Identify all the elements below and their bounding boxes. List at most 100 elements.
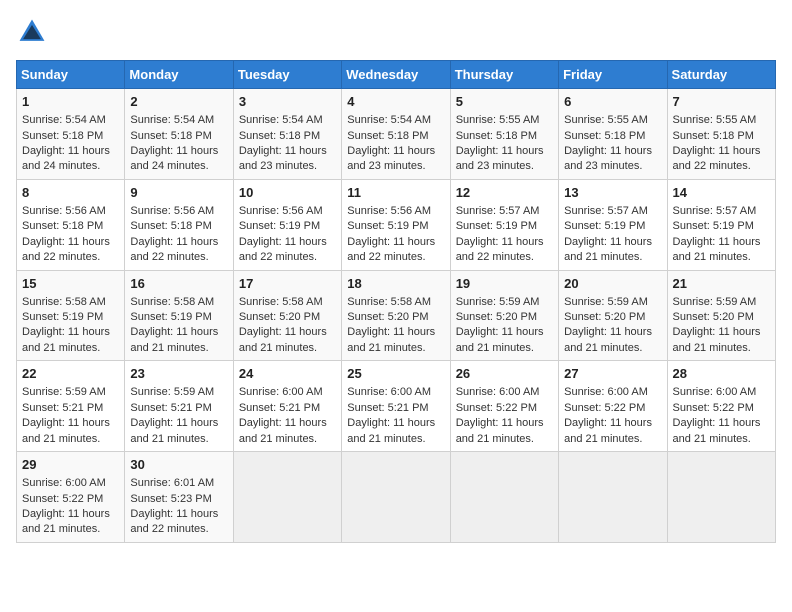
day-number: 13 xyxy=(564,184,661,202)
sunset-text: Sunset: 5:20 PM xyxy=(456,311,537,323)
daylight-label: Daylight: 11 hours and 24 minutes. xyxy=(22,145,110,172)
calendar-cell xyxy=(559,452,667,543)
calendar-cell: 24 Sunrise: 6:00 AM Sunset: 5:21 PM Dayligh… xyxy=(233,361,341,452)
sunrise-text: Sunrise: 6:00 AM xyxy=(456,386,540,398)
calendar-cell: 6Sunrise: 5:55 AMSunset: 5:18 PMDaylight… xyxy=(559,89,667,180)
day-number: 1 xyxy=(22,93,119,111)
calendar-cell: 16Sunrise: 5:58 AMSunset: 5:19 PMDayligh… xyxy=(125,270,233,361)
daylight-label: Daylight: 11 hours and 23 minutes. xyxy=(239,145,327,172)
sunset-text: Sunset: 5:19 PM xyxy=(456,220,537,232)
sunrise-text: Sunrise: 5:56 AM xyxy=(239,205,323,217)
day-number: 12 xyxy=(456,184,553,202)
calendar-week-5: 29Sunrise: 6:00 AMSunset: 5:22 PMDayligh… xyxy=(17,452,776,543)
day-number: 10 xyxy=(239,184,336,202)
day-number: 30 xyxy=(130,456,227,474)
sunrise-text: Sunrise: 5:59 AM xyxy=(22,386,106,398)
calendar-cell: 18Sunrise: 5:58 AMSunset: 5:20 PMDayligh… xyxy=(342,270,450,361)
header-monday: Monday xyxy=(125,61,233,89)
sunset-text: Sunset: 5:20 PM xyxy=(564,311,645,323)
sunrise-text: Sunrise: 6:00 AM xyxy=(673,386,757,398)
sunset-text: Sunset: 5:21 PM xyxy=(347,402,428,414)
sunset-text: Sunset: 5:19 PM xyxy=(130,311,211,323)
sunrise-text: Sunrise: 5:59 AM xyxy=(564,296,648,308)
sunrise-text: Sunrise: 5:58 AM xyxy=(22,296,106,308)
day-number: 20 xyxy=(564,275,661,293)
daylight-label: Daylight: 11 hours and 21 minutes. xyxy=(564,417,652,444)
sunset-text: Sunset: 5:18 PM xyxy=(239,130,320,142)
day-number: 15 xyxy=(22,275,119,293)
calendar-cell xyxy=(450,452,558,543)
day-number: 25 xyxy=(347,365,444,383)
sunrise-text: Sunrise: 5:54 AM xyxy=(130,114,214,126)
daylight-label: Daylight: 11 hours and 21 minutes. xyxy=(239,326,327,353)
daylight-label: Daylight: 11 hours and 22 minutes. xyxy=(22,236,110,263)
daylight-label: Daylight: 11 hours and 22 minutes. xyxy=(130,236,218,263)
calendar-cell: 2Sunrise: 5:54 AMSunset: 5:18 PMDaylight… xyxy=(125,89,233,180)
sunrise-text: Sunrise: 6:00 AM xyxy=(239,386,323,398)
day-number: 6 xyxy=(564,93,661,111)
calendar-cell: 29Sunrise: 6:00 AMSunset: 5:22 PMDayligh… xyxy=(17,452,125,543)
sunset-text: Sunset: 5:18 PM xyxy=(347,130,428,142)
calendar-week-4: 22Sunrise: 5:59 AMSunset: 5:21 PMDayligh… xyxy=(17,361,776,452)
sunrise-text: Sunrise: 5:56 AM xyxy=(347,205,431,217)
header-tuesday: Tuesday xyxy=(233,61,341,89)
logo xyxy=(16,16,54,48)
daylight-label: Daylight: 11 hours and 23 minutes. xyxy=(456,145,544,172)
daylight-label: Daylight: 11 hours and 21 minutes. xyxy=(673,326,761,353)
sunset-text: Sunset: 5:18 PM xyxy=(130,220,211,232)
daylight-label: Daylight: 11 hours and 21 minutes. xyxy=(22,508,110,535)
day-number: 4 xyxy=(347,93,444,111)
sunset-text: Sunset: 5:19 PM xyxy=(564,220,645,232)
daylight-label: Daylight: 11 hours and 21 minutes. xyxy=(239,417,327,444)
daylight-label: Daylight: 11 hours and 22 minutes. xyxy=(673,145,761,172)
daylight-label: Daylight: 11 hours and 23 minutes. xyxy=(564,145,652,172)
sunset-text: Sunset: 5:19 PM xyxy=(347,220,428,232)
sunset-text: Sunset: 5:22 PM xyxy=(456,402,537,414)
daylight-label: Daylight: 11 hours and 21 minutes. xyxy=(564,326,652,353)
sunset-text: Sunset: 5:22 PM xyxy=(564,402,645,414)
daylight-label: Daylight: 11 hours and 21 minutes. xyxy=(22,417,110,444)
header-saturday: Saturday xyxy=(667,61,775,89)
calendar-cell: 22Sunrise: 5:59 AMSunset: 5:21 PMDayligh… xyxy=(17,361,125,452)
calendar-cell: 21Sunrise: 5:59 AMSunset: 5:20 PMDayligh… xyxy=(667,270,775,361)
sunrise-text: Sunrise: 5:57 AM xyxy=(564,205,648,217)
daylight-label: Daylight: 11 hours and 21 minutes. xyxy=(564,236,652,263)
day-number: 2 xyxy=(130,93,227,111)
sunrise-text: Sunrise: 5:55 AM xyxy=(456,114,540,126)
day-number: 27 xyxy=(564,365,661,383)
header-thursday: Thursday xyxy=(450,61,558,89)
sunset-text: Sunset: 5:21 PM xyxy=(22,402,103,414)
calendar-cell: 10 Sunrise: 5:56 AM Sunset: 5:19 PM Dayligh… xyxy=(233,179,341,270)
day-number: 24 xyxy=(239,365,336,383)
calendar-cell: 19Sunrise: 5:59 AMSunset: 5:20 PMDayligh… xyxy=(450,270,558,361)
sunset-text: Sunset: 5:18 PM xyxy=(564,130,645,142)
day-number: 17 xyxy=(239,275,336,293)
daylight-label: Daylight: 11 hours and 24 minutes. xyxy=(130,145,218,172)
sunset-text: Sunset: 5:21 PM xyxy=(239,402,320,414)
sunrise-text: Sunrise: 5:57 AM xyxy=(673,205,757,217)
logo-icon xyxy=(16,16,48,48)
day-number: 18 xyxy=(347,275,444,293)
sunrise-text: Sunrise: 5:56 AM xyxy=(22,205,106,217)
calendar-cell: 23Sunrise: 5:59 AMSunset: 5:21 PMDayligh… xyxy=(125,361,233,452)
calendar-cell: 4Sunrise: 5:54 AMSunset: 5:18 PMDaylight… xyxy=(342,89,450,180)
daylight-label: Daylight: 11 hours and 21 minutes. xyxy=(22,326,110,353)
calendar-cell: 1Sunrise: 5:54 AMSunset: 5:18 PMDaylight… xyxy=(17,89,125,180)
daylight-label: Daylight: 11 hours and 21 minutes. xyxy=(673,417,761,444)
daylight-label: Daylight: 11 hours and 21 minutes. xyxy=(673,236,761,263)
calendar-week-2: 8Sunrise: 5:56 AMSunset: 5:18 PMDaylight… xyxy=(17,179,776,270)
sunset-text: Sunset: 5:22 PM xyxy=(673,402,754,414)
day-number: 3 xyxy=(239,93,336,111)
sunset-text: Sunset: 5:19 PM xyxy=(239,220,320,232)
daylight-label: Daylight: 11 hours and 21 minutes. xyxy=(456,326,544,353)
daylight-label: Daylight: 11 hours and 21 minutes. xyxy=(456,417,544,444)
daylight-label: Daylight: 11 hours and 22 minutes. xyxy=(239,236,327,263)
calendar-cell: 25Sunrise: 6:00 AMSunset: 5:21 PMDayligh… xyxy=(342,361,450,452)
header-sunday: Sunday xyxy=(17,61,125,89)
sunrise-text: Sunrise: 5:56 AM xyxy=(130,205,214,217)
sunset-text: Sunset: 5:21 PM xyxy=(130,402,211,414)
daylight-label: Daylight: 11 hours and 21 minutes. xyxy=(130,417,218,444)
calendar-cell: 5Sunrise: 5:55 AMSunset: 5:18 PMDaylight… xyxy=(450,89,558,180)
sunrise-text: Sunrise: 5:58 AM xyxy=(239,296,323,308)
calendar-cell xyxy=(667,452,775,543)
